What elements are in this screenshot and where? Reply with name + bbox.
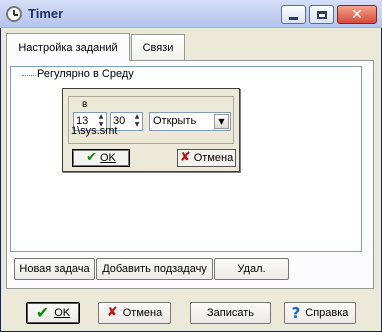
action-value: Открыть — [153, 115, 197, 127]
up-arrow-icon[interactable]: ▲ — [132, 113, 142, 121]
tab-label: Настройка заданий — [18, 41, 118, 54]
button-label: Записать — [206, 307, 254, 319]
minimize-button[interactable] — [281, 5, 306, 24]
close-button[interactable]: ✕ — [337, 5, 377, 24]
red-x-icon: ✘ — [106, 305, 118, 320]
button-label: Новая задача — [19, 263, 90, 275]
delete-button[interactable]: Удал. — [214, 258, 289, 280]
checkmark-icon: ✔ — [86, 150, 97, 165]
up-arrow-icon[interactable]: ▲ — [96, 113, 106, 121]
minute-arrows[interactable]: ▲ ▼ — [132, 113, 142, 130]
minimize-icon — [289, 17, 298, 20]
tab-label: Связи — [142, 41, 174, 54]
tree-connector — [22, 75, 36, 76]
down-arrow-icon[interactable]: ▼ — [132, 121, 142, 129]
schedule-editor: в 13 ▲ ▼ 30 ▲ ▼ Открыть ▼ 1\sys.smt ✔ OK ✘… — [62, 88, 240, 172]
question-icon: ? — [291, 304, 301, 322]
action-select[interactable]: Открыть ▼ — [149, 112, 231, 131]
group-label: в — [81, 99, 89, 110]
maximize-icon — [316, 10, 327, 19]
title-bar[interactable]: Timer ✕ — [0, 0, 382, 28]
tab-links[interactable]: Связи — [131, 34, 185, 60]
checkmark-icon: ✔ — [35, 303, 50, 322]
button-label: Отмена — [193, 152, 234, 164]
button-label: Отмена — [122, 307, 163, 319]
button-label: Добавить подзадачу — [102, 263, 207, 275]
chevron-down-icon[interactable]: ▼ — [214, 114, 229, 129]
clock-icon — [6, 6, 22, 22]
editor-cancel-button[interactable]: ✘ Отмена — [177, 149, 236, 167]
window-title: Timer — [28, 6, 64, 21]
add-subtask-button[interactable]: Добавить подзадачу — [96, 258, 213, 280]
red-x-icon: ✘ — [179, 150, 191, 165]
button-label: Справка — [305, 307, 349, 319]
button-label: Удал. — [237, 263, 266, 275]
file-path[interactable]: 1\sys.smt — [71, 125, 117, 137]
maximize-button[interactable] — [309, 5, 334, 24]
ok-button[interactable]: ✔ OK — [26, 302, 80, 324]
help-button[interactable]: ? Справка — [284, 302, 356, 324]
close-icon: ✕ — [351, 6, 363, 23]
tab-task-settings[interactable]: Настройка заданий — [6, 33, 130, 61]
editor-ok-button[interactable]: ✔ OK — [72, 149, 130, 167]
cancel-button[interactable]: ✘ Отмена — [98, 302, 171, 324]
save-button[interactable]: Записать — [190, 302, 271, 324]
new-task-button[interactable]: Новая задача — [14, 258, 95, 280]
button-label: OK — [100, 152, 116, 164]
tree-item[interactable]: Регулярно в Среду — [37, 68, 134, 80]
button-label: OK — [54, 307, 71, 319]
